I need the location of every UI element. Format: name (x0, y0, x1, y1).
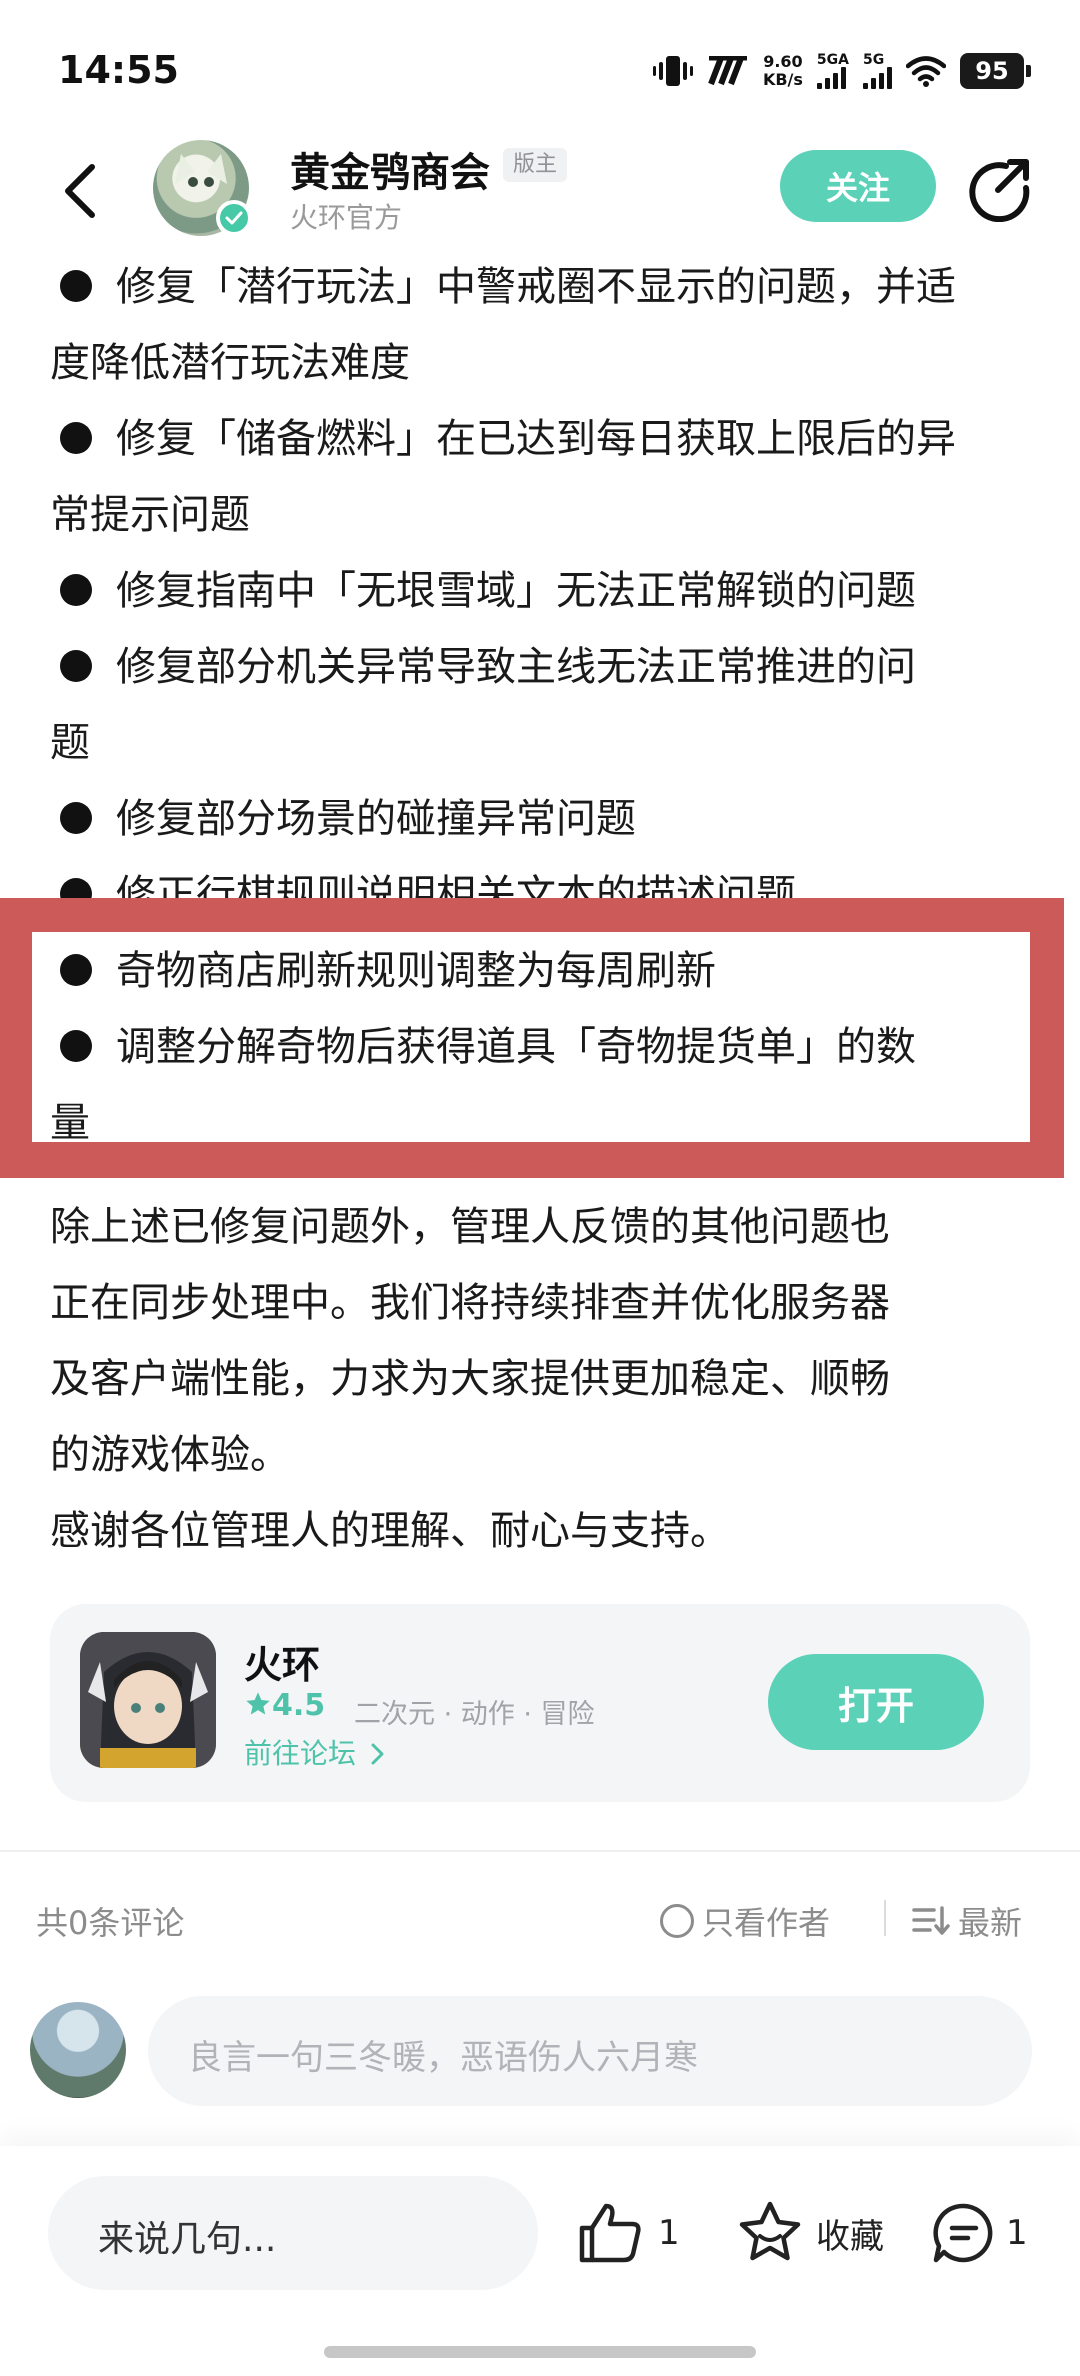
follow-button[interactable]: 关注 (780, 150, 936, 222)
share-icon (969, 159, 1030, 223)
status-icons: 9.60 KB/s 5GA 5G 95 (652, 48, 1031, 94)
signal-5ga-label: 5GA (816, 52, 849, 68)
sort-button[interactable]: 最新 (912, 1898, 1022, 1944)
paragraph-line: 及客户端性能，力求为大家提供更加稳定、顺畅 (50, 1356, 890, 1402)
sort-icon (912, 1906, 950, 1935)
highlight-annotation-box: 奇物商店刷新规则调整为每周刷新 调整分解奇物后获得道具「奇物提货单」的数 量 (0, 898, 1064, 1178)
network-speed: 9.60 KB/s (763, 53, 803, 89)
bullet-item: 修复部分场景的碰撞异常问题 (42, 786, 636, 844)
bullet-item-continuation: 量 (50, 1100, 90, 1146)
app-card[interactable]: 火环 4.5 二次元 · 动作 · 冒险 前往论坛 打开 (50, 1604, 1030, 1802)
section-divider (0, 1850, 1080, 1852)
bullet-dot-icon (60, 422, 92, 454)
bullet-item: 调整分解奇物后获得道具「奇物提货单」的数 (42, 1014, 916, 1072)
app-name: 火环 (244, 1643, 321, 1687)
share-button[interactable] (966, 158, 1036, 223)
author-subtitle: 火环官方 (290, 201, 403, 234)
radio-icon (660, 1904, 694, 1938)
bullet-item-continuation: 常提示问题 (50, 492, 250, 538)
bullet-dot-icon (60, 802, 92, 834)
signal-bars-icon (863, 67, 892, 89)
favorite-label: 收藏 (816, 2216, 884, 2257)
signal-5g-label: 5G (863, 52, 885, 68)
bullet-item: 修复「储备燃料」在已达到每日获取上限后的异 (42, 406, 956, 464)
like-count: 1 (658, 2213, 680, 2253)
network-speed-unit: KB/s (762, 70, 803, 89)
status-time: 14:55 (58, 48, 179, 92)
verified-badge-icon (216, 200, 252, 236)
quick-comment-input[interactable]: 来说几句... (48, 2176, 538, 2290)
bullet-item: 修复部分机关异常导致主线无法正常推进的问 (42, 634, 916, 692)
vibrate-icon (652, 56, 693, 86)
game-character-icon (80, 1632, 216, 1768)
bullet-item: 奇物商店刷新规则调整为每周刷新 (42, 938, 716, 996)
home-indicator[interactable] (324, 2346, 756, 2358)
bottom-action-bar: 来说几句... 1 收藏 1 (0, 2146, 1080, 2376)
bullet-item-continuation: 度降低潜行玩法难度 (50, 340, 410, 386)
nfc-icon (708, 56, 747, 86)
author-only-toggle[interactable]: 只看作者 (660, 1898, 830, 1944)
comment-count: 共0条评论 (36, 1904, 185, 1942)
quick-comment-placeholder: 来说几句... (98, 2219, 277, 2260)
forum-link-label: 前往论坛 (244, 1737, 357, 1770)
app-rating: 4.5 (244, 1688, 325, 1723)
signal-bars-icon (816, 67, 846, 89)
thumbs-up-icon (579, 2203, 641, 2263)
filter-separator (884, 1900, 886, 1936)
bullet-item: 修复「潜行玩法」中警戒圈不显示的问题，并适 (42, 254, 956, 312)
current-user-avatar (30, 2002, 126, 2098)
paragraph-line: 除上述已修复问题外，管理人反馈的其他问题也 (50, 1204, 890, 1250)
signal-5g: 5G (863, 53, 892, 89)
chevron-left-icon (65, 164, 95, 218)
signal-5ga: 5GA (816, 52, 849, 89)
paragraph-line: 的游戏体验。 (50, 1432, 290, 1478)
post-header: 黄金鸮商会 版主 火环官方 关注 (0, 140, 1080, 240)
network-speed-value: 9.60 (763, 52, 803, 71)
bullet-item: 修复指南中「无垠雪域」无法正常解锁的问题 (42, 558, 916, 616)
favorite-button[interactable]: 收藏 (736, 2196, 884, 2270)
back-button[interactable] (52, 158, 108, 224)
star-outline-icon (739, 2201, 801, 2261)
comment-input-placeholder: 良言一句三冬暖，恶语伤人六月寒 (188, 2038, 698, 2078)
bullet-item-continuation: 题 (50, 720, 90, 766)
open-app-button[interactable]: 打开 (768, 1654, 984, 1750)
forum-link[interactable]: 前往论坛 (244, 1732, 387, 1772)
highlighted-content: 奇物商店刷新规则调整为每周刷新 调整分解奇物后获得道具「奇物提货单」的数 量 (32, 932, 1030, 1146)
app-tags: 二次元 · 动作 · 冒险 (354, 1699, 595, 1730)
comment-button[interactable]: 1 (930, 2196, 1028, 2270)
app-rating-value: 4.5 (272, 1688, 326, 1723)
wifi-icon (906, 56, 946, 87)
like-button[interactable]: 1 (578, 2196, 680, 2270)
author-name[interactable]: 黄金鸮商会 (290, 140, 490, 198)
paragraph-line: 正在同步处理中。我们将持续排查并优化服务器 (50, 1280, 890, 1326)
app-icon[interactable] (80, 1632, 216, 1768)
role-badge: 版主 (503, 148, 568, 182)
battery-icon: 95 (960, 53, 1031, 89)
paragraph-line: 感谢各位管理人的理解、耐心与支持。 (50, 1508, 730, 1554)
bullet-dot-icon (60, 1030, 92, 1062)
status-bar: 14:55 9.60 KB/s 5GA 5G 95 (0, 0, 1080, 140)
chevron-right-icon (371, 1743, 384, 1765)
bullet-dot-icon (60, 954, 92, 986)
sort-label: 最新 (958, 1904, 1023, 1942)
bullet-dot-icon (60, 574, 92, 606)
author-only-label: 只看作者 (702, 1904, 831, 1942)
bullet-dot-icon (60, 650, 92, 682)
owl-mascot-icon (175, 154, 227, 187)
comment-count-badge: 1 (1006, 2213, 1028, 2253)
bullet-dot-icon (60, 270, 92, 302)
comment-bubble-icon (933, 2203, 993, 2263)
star-icon (246, 1692, 270, 1715)
comment-input[interactable]: 良言一句三冬暖，恶语伤人六月寒 (148, 1996, 1032, 2106)
